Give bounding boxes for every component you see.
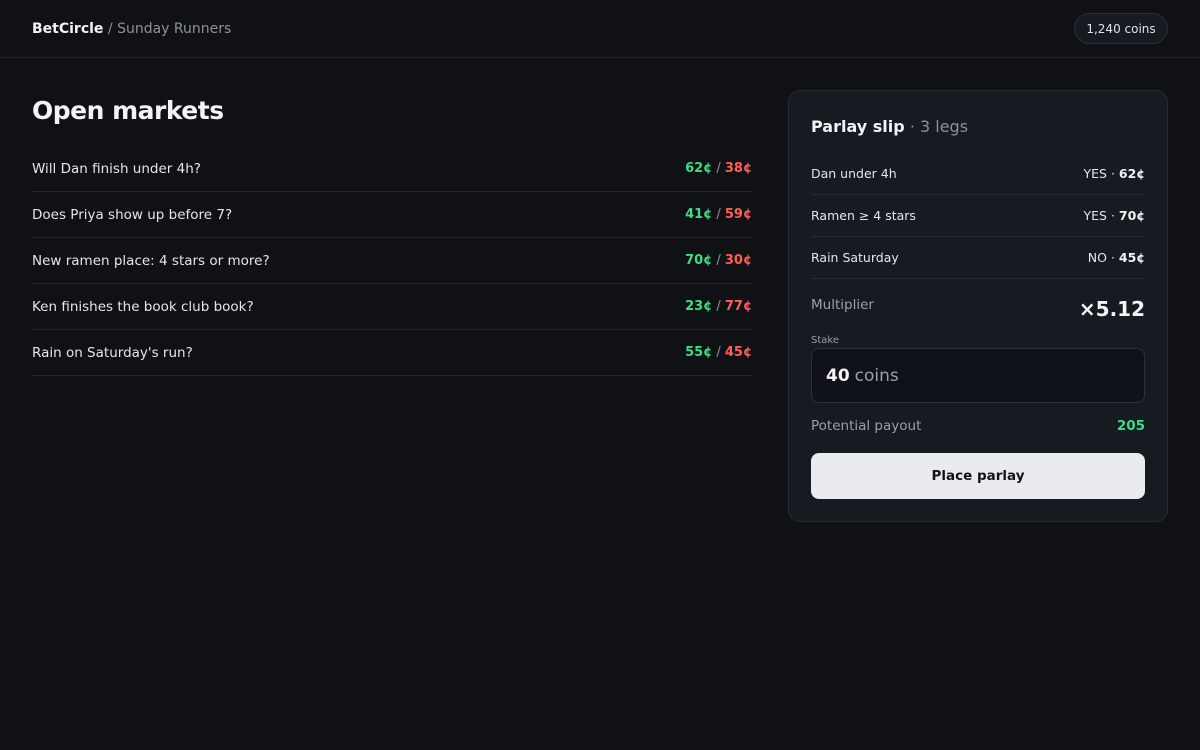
slip-leg[interactable]: Dan under 4h YES · 62¢ bbox=[811, 153, 1145, 195]
payout-label: Potential payout bbox=[811, 418, 922, 434]
market-odds: 55¢ / 45¢ bbox=[685, 345, 752, 360]
leg-pick: NO · 45¢ bbox=[1087, 250, 1145, 265]
leg-pick: YES · 62¢ bbox=[1083, 166, 1145, 181]
stake-amount: 40 bbox=[826, 365, 850, 386]
top-bar: BetCircle / Sunday Runners 1,240 coins bbox=[0, 0, 1200, 58]
market-row[interactable]: Does Priya show up before 7? 41¢ / 59¢ bbox=[32, 192, 752, 238]
market-odds: 23¢ / 77¢ bbox=[685, 299, 752, 314]
slip-leg-count: 3 legs bbox=[920, 117, 969, 136]
leg-name: Ramen ≥ 4 stars bbox=[811, 208, 916, 223]
yes-price[interactable]: 62¢ bbox=[685, 161, 712, 176]
slip-title-dot: · bbox=[909, 117, 915, 136]
leg-side: YES bbox=[1083, 166, 1107, 181]
market-question: New ramen place: 4 stars or more? bbox=[32, 252, 270, 269]
market-question: Rain on Saturday's run? bbox=[32, 344, 193, 361]
stake-input[interactable]: 40 coins bbox=[811, 348, 1145, 403]
market-list: Will Dan finish under 4h? 62¢ / 38¢ Does… bbox=[32, 146, 752, 376]
breadcrumb-separator: / bbox=[107, 21, 113, 37]
no-price[interactable]: 38¢ bbox=[725, 161, 752, 176]
market-row[interactable]: Ken finishes the book club book? 23¢ / 7… bbox=[32, 284, 752, 330]
market-row[interactable]: Rain on Saturday's run? 55¢ / 45¢ bbox=[32, 330, 752, 376]
open-markets-section: Open markets Will Dan finish under 4h? 6… bbox=[32, 90, 752, 376]
coin-balance-badge[interactable]: 1,240 coins bbox=[1074, 13, 1168, 44]
leg-price: 45¢ bbox=[1118, 250, 1145, 265]
stake-unit: coins bbox=[854, 365, 899, 386]
multiplier-label: Multiplier bbox=[811, 297, 874, 313]
market-question: Will Dan finish under 4h? bbox=[32, 160, 201, 177]
yes-price[interactable]: 55¢ bbox=[685, 345, 712, 360]
yes-price[interactable]: 23¢ bbox=[685, 299, 712, 314]
no-price[interactable]: 59¢ bbox=[725, 207, 752, 222]
payout-value: 205 bbox=[1116, 418, 1145, 434]
yes-price[interactable]: 41¢ bbox=[685, 207, 712, 222]
slip-leg[interactable]: Ramen ≥ 4 stars YES · 70¢ bbox=[811, 195, 1145, 237]
no-price[interactable]: 77¢ bbox=[725, 299, 752, 314]
slip-header: Parlay slip · 3 legs bbox=[811, 117, 968, 136]
market-odds: 41¢ / 59¢ bbox=[685, 207, 752, 222]
brand-name[interactable]: BetCircle bbox=[32, 21, 103, 37]
market-row[interactable]: New ramen place: 4 stars or more? 70¢ / … bbox=[32, 238, 752, 284]
no-price[interactable]: 30¢ bbox=[725, 253, 752, 268]
stake-label: Stake bbox=[811, 335, 839, 346]
parlay-slip-panel: Parlay slip · 3 legs Dan under 4h YES · … bbox=[788, 90, 1168, 522]
slip-title: Parlay slip bbox=[811, 117, 905, 136]
leg-pick: YES · 70¢ bbox=[1083, 208, 1145, 223]
multiplier-value: ×5.12 bbox=[1078, 297, 1145, 321]
market-odds: 70¢ / 30¢ bbox=[685, 253, 752, 268]
market-question: Does Priya show up before 7? bbox=[32, 206, 233, 223]
no-price[interactable]: 45¢ bbox=[725, 345, 752, 360]
market-row[interactable]: Will Dan finish under 4h? 62¢ / 38¢ bbox=[32, 146, 752, 192]
breadcrumb: BetCircle / Sunday Runners bbox=[32, 20, 231, 38]
slip-leg[interactable]: Rain Saturday NO · 45¢ bbox=[811, 237, 1145, 279]
leg-price: 70¢ bbox=[1118, 208, 1145, 223]
slip-legs: Dan under 4h YES · 62¢ Ramen ≥ 4 stars Y… bbox=[811, 153, 1145, 279]
leg-side: YES bbox=[1083, 208, 1107, 223]
yes-price[interactable]: 70¢ bbox=[685, 253, 712, 268]
group-name[interactable]: Sunday Runners bbox=[117, 21, 231, 37]
leg-name: Dan under 4h bbox=[811, 166, 897, 181]
page-title: Open markets bbox=[32, 96, 224, 125]
leg-price: 62¢ bbox=[1118, 166, 1145, 181]
leg-side: NO bbox=[1087, 250, 1107, 265]
market-question: Ken finishes the book club book? bbox=[32, 298, 254, 315]
leg-name: Rain Saturday bbox=[811, 250, 899, 265]
place-parlay-button[interactable]: Place parlay bbox=[811, 453, 1145, 499]
market-odds: 62¢ / 38¢ bbox=[685, 161, 752, 176]
